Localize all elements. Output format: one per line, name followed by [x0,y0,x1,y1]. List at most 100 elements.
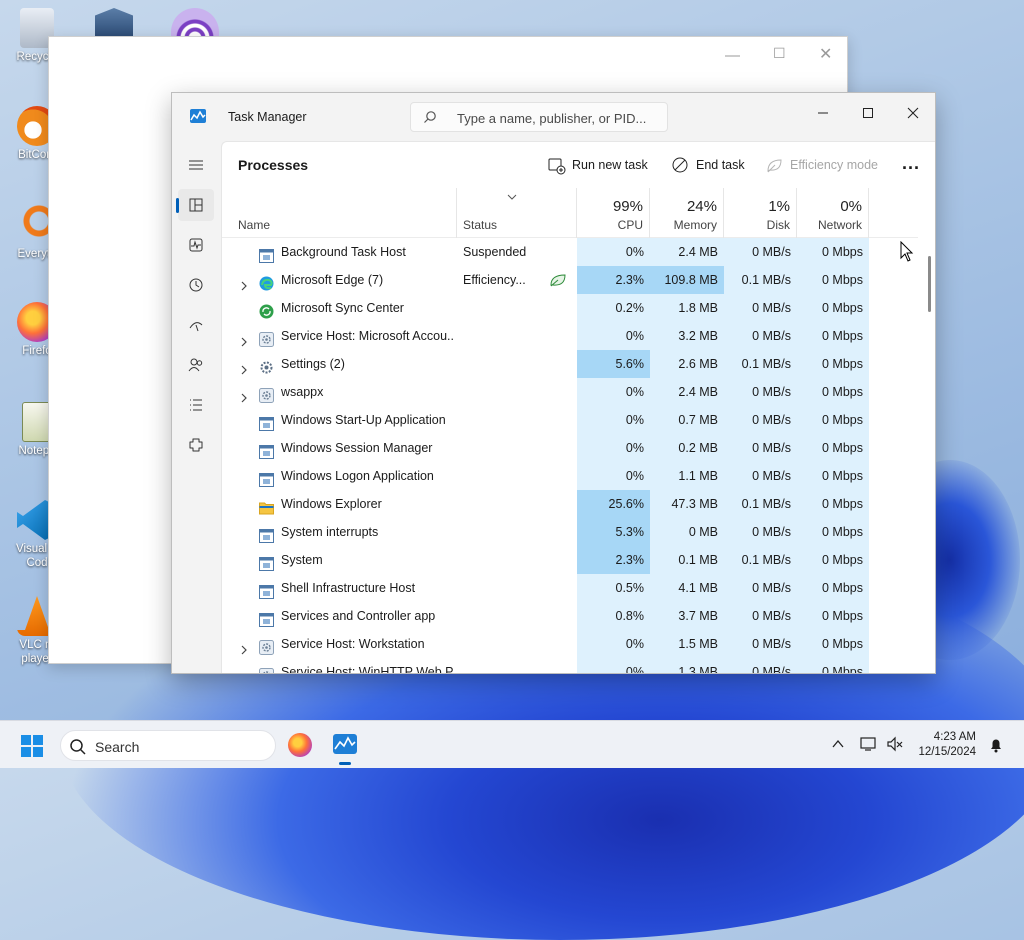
process-status [463,294,573,322]
window-icon [259,245,274,263]
process-status [463,630,573,658]
search-input[interactable] [455,108,660,128]
process-name-cell: Windows Logon Application [222,462,457,490]
column-header-status[interactable]: Status [457,188,577,238]
chevron-right-icon[interactable] [240,666,248,673]
chevron-right-icon[interactable] [240,274,248,294]
nav-performance[interactable] [178,229,214,261]
table-row[interactable]: Background Task Host Suspended 0% 2.4 MB 0 M… [222,238,918,266]
tor-browser-icon[interactable] [171,8,219,38]
maximize-button[interactable] [845,99,891,129]
process-status [463,602,573,630]
virtualbox-icon[interactable] [95,8,133,38]
taskbar: Search 4:23 AM 12/15/2024 [0,720,1024,768]
process-network: 0 Mbps [797,266,869,294]
process-network: 0 Mbps [797,434,869,462]
process-network: 0 Mbps [797,546,869,574]
run-new-task-label: Run new task [572,158,648,172]
close-button[interactable] [890,99,935,129]
process-network: 0 Mbps [797,630,869,658]
process-cpu: 0% [577,406,650,434]
process-status [463,406,573,434]
process-name-cell: Background Task Host [222,238,457,266]
nav-details[interactable] [178,389,214,421]
maximize-icon[interactable]: ☐ [773,45,786,62]
table-row[interactable]: Shell Infrastructure Host 0.5% 4.1 MB 0 MB/… [222,574,918,602]
nav-hamburger[interactable] [178,149,214,181]
volume-muted-icon[interactable] [886,736,904,752]
process-memory: 1.3 MB [650,658,724,673]
edge-icon [259,273,274,291]
table-row[interactable]: Microsoft Sync Center 0.2% 1.8 MB 0 MB/s 0 M… [222,294,918,322]
taskbar-search[interactable]: Search [60,730,276,761]
app-history-icon [189,278,203,292]
process-name: Services and Controller app [281,609,436,623]
process-name-cell: wsappx [222,378,457,406]
table-row[interactable]: Service Host: WinHTTP Web P... 0% 1.3 MB 0 … [222,658,918,673]
window-title: Task Manager [228,110,307,124]
process-name: Shell Infrastructure Host [281,581,416,595]
notification-bell-icon[interactable] [988,737,1004,753]
table-row[interactable]: Windows Session Manager 0% 0.2 MB 0 MB/s 0 M… [222,434,918,462]
gear-icon [259,637,274,655]
chevron-right-icon[interactable] [240,638,248,658]
nav-startup-apps[interactable] [178,309,214,341]
process-network: 0 Mbps [797,490,869,518]
process-disk: 0 MB/s [724,378,797,406]
search-box[interactable] [410,102,668,132]
process-memory: 1.8 MB [650,294,724,322]
column-header-memory[interactable]: 24% Memory [650,188,724,238]
minimize-icon [818,112,828,114]
chevron-right-icon[interactable] [240,358,248,378]
process-cpu: 5.6% [577,350,650,378]
process-network: 0 Mbps [797,462,869,490]
title-bar[interactable]: Task Manager [172,93,935,139]
column-header-cpu[interactable]: 99% CPU [577,188,650,238]
minimize-icon[interactable]: — [725,47,740,64]
column-header-network[interactable]: 0% Network [797,188,869,238]
table-row[interactable]: Windows Start-Up Application 0% 0.7 MB 0 MB… [222,406,918,434]
chevron-right-icon[interactable] [240,386,248,406]
settings-app-icon [259,357,274,374]
table-row[interactable]: Service Host: Microsoft Accou... 0% 3.2 MB… [222,322,918,350]
process-memory: 47.3 MB [650,490,724,518]
nav-services[interactable] [178,429,214,461]
nav-app-history[interactable] [178,269,214,301]
mouse-cursor-icon [900,241,914,262]
table-row[interactable]: Windows Logon Application 0% 1.1 MB 0 MB/s 0… [222,462,918,490]
taskbar-task-manager-icon[interactable] [333,734,357,754]
vertical-scrollbar[interactable] [928,256,931,312]
task-manager-window[interactable]: Task Manager Type a name, publisher, or … [171,92,936,674]
table-row[interactable]: Service Host: Workstation 0% 1.5 MB 0 MB/s 0… [222,630,918,658]
column-cpu-label: CPU [617,218,643,232]
chevron-right-icon[interactable] [240,330,248,350]
table-row[interactable]: wsappx 0% 2.4 MB 0 MB/s 0 Mbps [222,378,918,406]
services-icon [189,438,203,452]
search-icon [70,739,86,755]
column-header-disk[interactable]: 1% Disk [724,188,797,238]
process-disk: 0 MB/s [724,518,797,546]
process-cpu: 5.3% [577,518,650,546]
start-button[interactable] [20,734,44,758]
minimize-button[interactable] [800,99,846,129]
table-row[interactable]: System interrupts 5.3% 0 MB 0 MB/s 0 Mbps [222,518,918,546]
network-icon[interactable] [860,736,878,752]
nav-users[interactable] [178,349,214,381]
clock[interactable]: 4:23 AM 12/15/2024 [918,730,976,760]
table-row[interactable]: Windows Explorer 25.6% 47.3 MB 0.1 MB/s 0 Mb… [222,490,918,518]
window-icon [259,609,274,627]
process-name-cell: Settings (2) [222,350,457,378]
gear-icon [259,665,274,673]
process-status [463,574,573,602]
process-memory: 1.5 MB [650,630,724,658]
table-row[interactable]: System 2.3% 0.1 MB 0.1 MB/s 0 Mbps [222,546,918,574]
table-row[interactable]: Settings (2) 5.6% 2.6 MB 0.1 MB/s 0 Mbps [222,350,918,378]
table-row[interactable]: Microsoft Edge (7) Efficiency... 2.3% 109.8… [222,266,918,294]
close-icon[interactable]: ✕ [819,44,832,64]
column-header-name[interactable]: Name [222,188,457,238]
nav-processes[interactable] [176,189,214,221]
chevron-up-icon[interactable] [832,739,844,749]
table-row[interactable]: Services and Controller app 0.8% 3.7 MB 0 M… [222,602,918,630]
taskbar-firefox-icon[interactable] [288,733,312,757]
gear-icon [259,329,274,347]
